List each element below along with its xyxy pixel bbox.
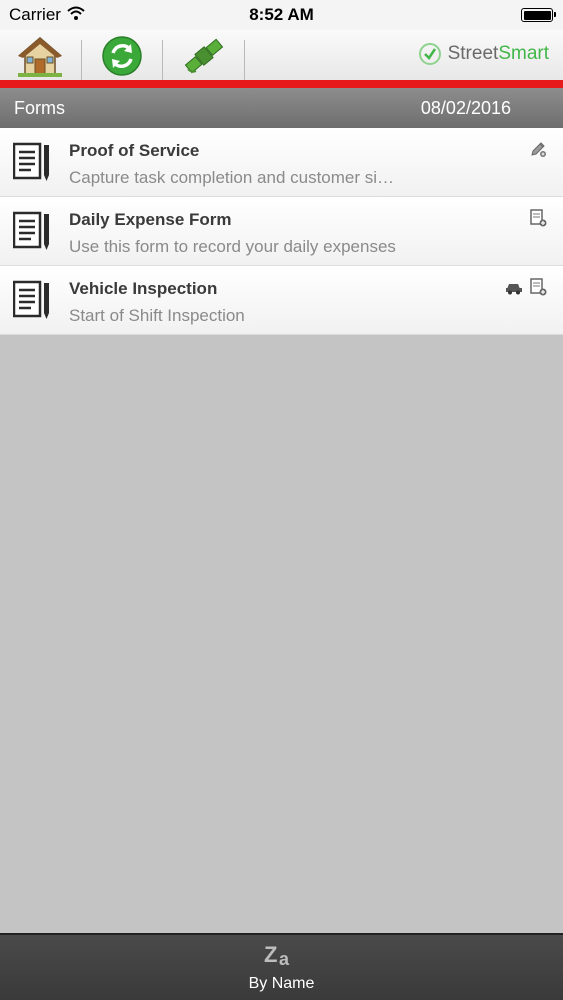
forms-list: Proof of Service Capture task completion… <box>0 128 563 335</box>
header-date: 08/02/2016 <box>420 98 511 118</box>
battery-icon <box>521 8 556 22</box>
document-icon <box>13 211 49 250</box>
status-bar: Carrier 8:52 AM <box>0 0 563 30</box>
form-name: Proof of Service <box>69 141 200 160</box>
form-name: Vehicle Inspection <box>69 279 218 298</box>
vehicle-icon[interactable] <box>505 278 523 296</box>
form-item-vehicle-inspection[interactable]: Vehicle Inspection Start of Shift Inspec… <box>0 266 563 335</box>
accent-divider <box>0 80 563 88</box>
check-circle-icon <box>418 43 441 65</box>
clock-time: 8:52 AM <box>249 5 314 24</box>
forms-header: Forms 08/02/2016 <box>0 88 563 128</box>
toolbar: Street Smart <box>0 30 563 82</box>
edit-pencil-icon[interactable] <box>529 140 547 158</box>
satellite-icon <box>184 38 224 74</box>
sync-button[interactable] <box>82 32 162 80</box>
document-icon <box>13 142 49 181</box>
page-title: Forms <box>14 98 65 118</box>
form-description: Use this form to record your daily expen… <box>69 237 396 256</box>
streetsmart-logo: Street Smart <box>418 42 549 66</box>
document-icon <box>13 280 49 319</box>
satellite-button[interactable] <box>164 32 244 80</box>
home-icon <box>18 37 62 77</box>
sort-label: By Name <box>248 975 315 992</box>
new-form-icon[interactable] <box>529 278 547 296</box>
form-description: Start of Shift Inspection <box>69 306 245 325</box>
form-description: Capture task completion and customer si… <box>69 168 395 187</box>
form-item-daily-expense[interactable]: Daily Expense Form Use this form to reco… <box>0 197 563 266</box>
brand-street: Street <box>447 43 499 64</box>
form-name: Daily Expense Form <box>69 210 232 229</box>
toolbar-divider <box>244 40 245 80</box>
form-item-proof-of-service[interactable]: Proof of Service Capture task completion… <box>0 128 563 197</box>
new-form-icon[interactable] <box>529 209 547 227</box>
sort-bar: Z a By Name <box>0 933 563 1000</box>
home-button[interactable] <box>0 32 80 80</box>
sync-icon <box>102 36 142 76</box>
brand-smart: Smart <box>498 43 549 64</box>
svg-text:Z: Z <box>264 943 277 967</box>
toolbar-divider <box>162 40 163 80</box>
svg-text:a: a <box>279 949 290 967</box>
sort-za-icon: Z a <box>264 943 290 967</box>
